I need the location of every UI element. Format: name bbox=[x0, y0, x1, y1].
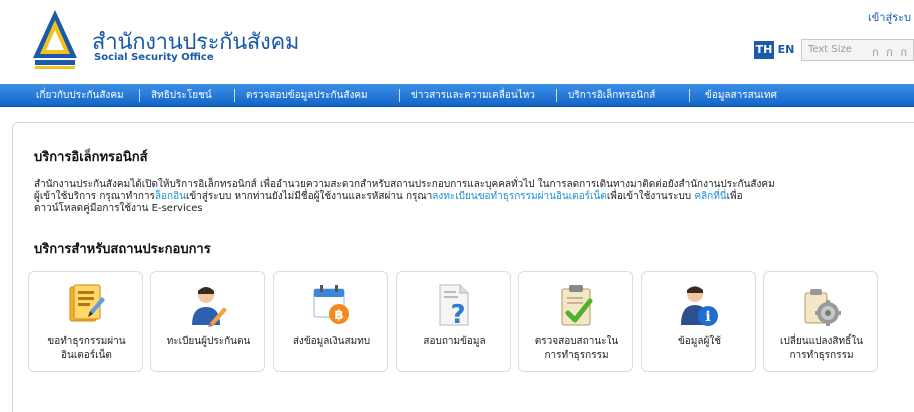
intro-text-part: เข้าสู่ระบบ หากท่านยังไม่มีชื่อผู้ใช้งาน… bbox=[185, 191, 433, 202]
nav-separator bbox=[234, 89, 235, 102]
register-internet-link[interactable]: ลงทะเบียนขอทำธุรกรรมผ่านอินเตอร์เน็ต bbox=[432, 191, 607, 202]
svg-text:?: ? bbox=[450, 300, 465, 327]
change-rights-icon bbox=[804, 289, 841, 326]
nav-separator bbox=[689, 89, 690, 102]
intro-line-1: สำนักงานประกันสังคมได้เปิดให้บริการอิเล็… bbox=[34, 179, 775, 190]
intro-line-2: ผู้เข้าใช้บริการ กรุณาทำการล็อกอินเข้าสู… bbox=[34, 191, 909, 203]
service-card-label: ตรวจสอบสถานะใน การทำธุรกรรม bbox=[534, 336, 619, 361]
nav-separator bbox=[556, 89, 557, 102]
service-card-label: ทะเบียนผู้ประกันตน bbox=[166, 336, 251, 347]
service-card-insured-registration[interactable]: ทะเบียนผู้ประกันตน bbox=[150, 271, 265, 372]
nav-separator bbox=[399, 89, 400, 102]
service-card-user-info[interactable]: i ข้อมูลผู้ใช้ bbox=[641, 271, 756, 372]
service-card-inquiry[interactable]: ? สอบถามข้อมูล bbox=[396, 271, 511, 372]
nav-item-information[interactable]: ข้อมูลสารสนเทศ bbox=[705, 84, 777, 107]
site-header: สำนักงานประกันสังคม Social Security Offi… bbox=[0, 0, 914, 82]
service-card-contribution-submit[interactable]: ฿ ส่งข้อมูลเงินสมทบ bbox=[273, 271, 388, 372]
intro-text-part: เพื่อ bbox=[726, 191, 743, 202]
service-card-label: ส่งข้อมูลเงินสมทบ bbox=[292, 336, 371, 347]
lang-en-button[interactable]: EN bbox=[776, 41, 796, 59]
service-card-label: ข้อมูลผู้ใช้ bbox=[677, 336, 722, 347]
text-size-control[interactable]: Text Size ก ก ก bbox=[801, 39, 914, 61]
insured-registration-icon bbox=[192, 287, 227, 327]
lang-th-button[interactable]: TH bbox=[754, 41, 774, 59]
status-check-icon bbox=[561, 285, 593, 326]
click-here-link[interactable]: คลิกที่นี่ bbox=[694, 191, 726, 202]
service-card-internet-transaction[interactable]: ขอทำธุรกรรมผ่าน อินเตอร์เน็ต bbox=[28, 271, 143, 372]
intro-line-3: ดาวน์โหลดคู่มือการใช้งาน E-services bbox=[34, 203, 203, 214]
nav-separator bbox=[139, 89, 140, 102]
service-card-status-check[interactable]: ตรวจสอบสถานะใน การทำธุรกรรม bbox=[518, 271, 633, 372]
text-size-label: Text Size bbox=[808, 44, 852, 55]
nav-item-e-services[interactable]: บริการอิเล็กทรอนิกส์ bbox=[568, 84, 655, 107]
main-navbar: เกี่ยวกับประกันสังคม สิทธิประโยชน์ ตรวจส… bbox=[0, 84, 914, 107]
text-size-options[interactable]: ก ก ก bbox=[872, 43, 909, 61]
svg-text:i: i bbox=[705, 309, 710, 325]
user-info-icon: i bbox=[681, 286, 718, 326]
services-section-title: บริการสำหรับสถานประกอบการ bbox=[34, 242, 211, 257]
intro-text-part: ผู้เข้าใช้บริการ กรุณาทำการ bbox=[34, 191, 155, 202]
service-card-label: สอบถามข้อมูล bbox=[423, 336, 486, 347]
sso-logo-icon[interactable] bbox=[31, 8, 79, 72]
nav-item-benefits[interactable]: สิทธิประโยชน์ bbox=[151, 84, 212, 107]
nav-item-news[interactable]: ข่าวสารและความเคลื่อนไหว bbox=[411, 84, 535, 107]
service-card-label: ขอทำธุรกรรมผ่าน อินเตอร์เน็ต bbox=[47, 336, 126, 361]
login-inline-link[interactable]: ล็อกอิน bbox=[155, 191, 186, 202]
intro-text: สำนักงานประกันสังคมได้เปิดให้บริการอิเล็… bbox=[34, 179, 909, 215]
contribution-submit-icon: ฿ bbox=[313, 285, 349, 324]
intro-text-part: เพื่อเข้าใช้งานระบบ bbox=[606, 191, 695, 202]
svg-text:฿: ฿ bbox=[334, 308, 343, 323]
nav-item-about[interactable]: เกี่ยวกับประกันสังคม bbox=[36, 84, 124, 107]
internet-transaction-icon bbox=[69, 284, 105, 322]
logo-english-name: Social Security Office bbox=[94, 52, 214, 63]
page-title: บริการอิเล็กทรอนิกส์ bbox=[34, 150, 148, 165]
login-link[interactable]: เข้าสู่ระบ bbox=[868, 8, 911, 26]
inquiry-icon: ? bbox=[439, 284, 469, 327]
service-card-label: เปลี่ยนแปลงสิทธิ์ใน การทำธุรกรรม bbox=[780, 336, 863, 361]
service-card-change-rights[interactable]: เปลี่ยนแปลงสิทธิ์ใน การทำธุรกรรม bbox=[763, 271, 878, 372]
nav-item-check-info[interactable]: ตรวจสอบข้อมูลประกันสังคม bbox=[246, 84, 368, 107]
